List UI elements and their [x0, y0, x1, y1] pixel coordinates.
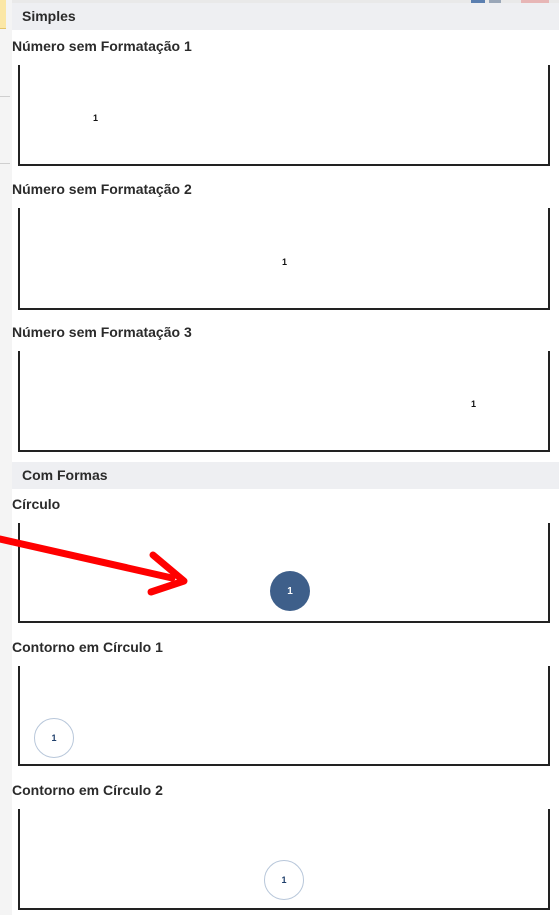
- page-number-gallery: Simples Número sem Formatação 1 1 Número…: [12, 3, 559, 915]
- gallery-item-contorno-em-circulo-2[interactable]: 1: [18, 809, 550, 910]
- gallery-item-title: Número sem Formatação 2: [12, 181, 192, 197]
- page-number-preview: 1: [93, 113, 99, 123]
- page-number-preview: 1: [471, 399, 477, 409]
- ruler-line: [0, 163, 10, 164]
- gallery-item-numero-sem-formatacao-3[interactable]: 1: [18, 351, 550, 452]
- outline-circle-number: 1: [264, 860, 304, 900]
- gallery-item-title: Contorno em Círculo 1: [12, 639, 163, 655]
- gallery-item-numero-sem-formatacao-1[interactable]: 1: [18, 65, 550, 166]
- gallery-item-title: Número sem Formatação 1: [12, 38, 192, 54]
- ruler-line: [0, 96, 10, 97]
- section-header-simples: Simples: [12, 3, 559, 30]
- gallery-item-title: Número sem Formatação 3: [12, 324, 192, 340]
- section-header-com-formas: Com Formas: [12, 462, 559, 489]
- highlighted-ribbon-button-edge: [0, 0, 6, 29]
- gallery-item-title: Contorno em Círculo 2: [12, 782, 163, 798]
- outline-circle-number: 1: [34, 718, 74, 758]
- gallery-item-contorno-em-circulo-1[interactable]: 1: [18, 666, 550, 766]
- gallery-item-circulo[interactable]: 1: [18, 523, 550, 623]
- filled-circle-number: 1: [270, 571, 310, 611]
- gallery-item-title: Círculo: [12, 496, 61, 512]
- page-number-preview: 1: [282, 257, 288, 267]
- gallery-item-numero-sem-formatacao-2[interactable]: 1: [18, 208, 550, 310]
